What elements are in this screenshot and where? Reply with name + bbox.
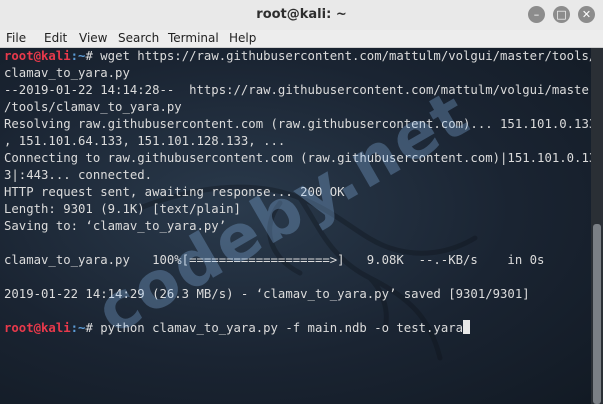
command-wget: wget https://raw.githubusercontent.com/m…	[100, 49, 591, 63]
menu-bar: File Edit View Search Terminal Help	[0, 30, 603, 48]
menu-help[interactable]: Help	[229, 31, 256, 45]
output-line: Resolving raw.githubusercontent.com (raw…	[4, 117, 591, 131]
output-line: , 151.101.64.133, 151.101.128.133, ...	[4, 134, 286, 148]
menu-edit[interactable]: Edit	[44, 31, 67, 45]
prompt-symbol: #	[85, 49, 101, 63]
prompt-user-host: root@kali	[4, 49, 71, 63]
line-cmd1: root@kali:~# wget https://raw.githubuser…	[4, 48, 591, 65]
scrollbar[interactable]	[591, 48, 603, 404]
menu-file[interactable]: File	[6, 31, 26, 45]
title-bar[interactable]: root@kali: ~ – □ ✕	[0, 0, 603, 31]
output-line: /tools/clamav_to_yara.py	[4, 100, 182, 114]
terminal-window: root@kali: ~ – □ ✕ File Edit View Search…	[0, 0, 603, 404]
prompt-symbol: #	[85, 321, 101, 335]
line-cmd2: root@kali:~# python clamav_to_yara.py -f…	[4, 320, 471, 337]
output-line: 2019-01-22 14:14:29 (26.3 MB/s) - ‘clama…	[4, 287, 530, 301]
prompt-path: :~	[70, 321, 86, 335]
maximize-button[interactable]: □	[553, 6, 570, 23]
menu-view[interactable]: View	[79, 31, 107, 45]
close-button[interactable]: ✕	[578, 6, 595, 23]
menu-search[interactable]: Search	[118, 31, 159, 45]
minimize-button[interactable]: –	[528, 6, 545, 23]
scrollbar-thumb[interactable]	[593, 224, 601, 404]
output-line: --2019-01-22 14:14:28-- https://raw.gith…	[4, 83, 591, 97]
menu-terminal[interactable]: Terminal	[168, 31, 219, 45]
output-line: 3|:443... connected.	[4, 168, 153, 182]
prompt-user-host: root@kali	[4, 321, 71, 335]
window-title: root@kali: ~	[256, 7, 347, 22]
terminal-area[interactable]: root@kali:~# wget https://raw.githubuser…	[0, 48, 591, 404]
text-cursor	[463, 320, 471, 334]
prompt-path: :~	[70, 49, 86, 63]
output-line: clamav_to_yara.py	[4, 66, 130, 80]
